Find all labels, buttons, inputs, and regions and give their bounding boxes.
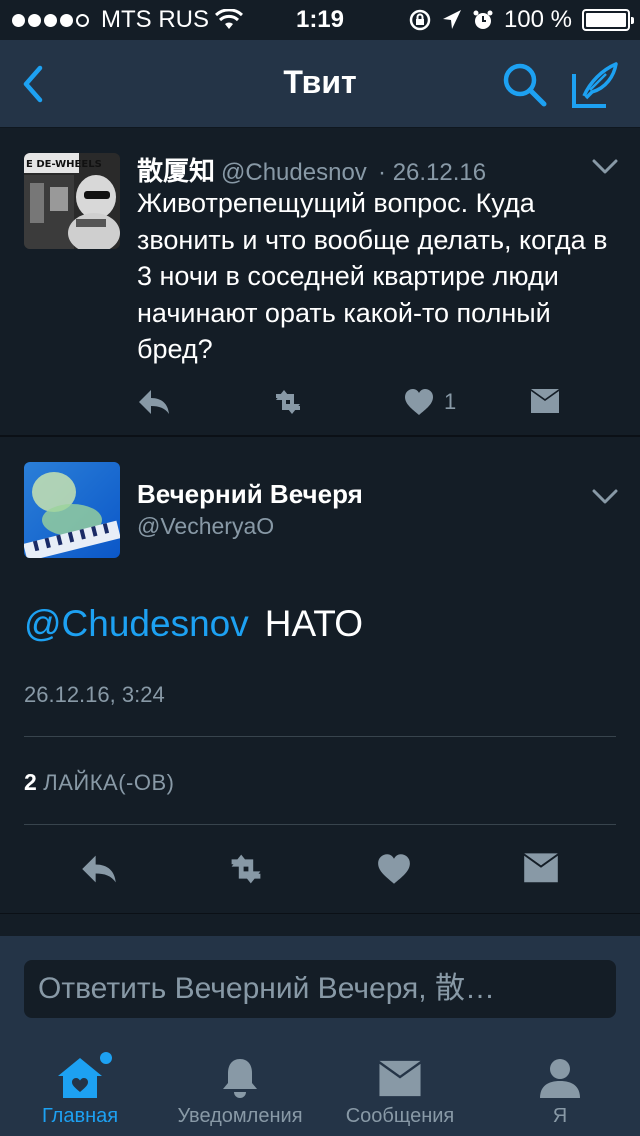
svg-text:E DE-WHEELS: E DE-WHEELS <box>26 159 102 170</box>
battery-percent: 100 % <box>503 6 572 33</box>
like-count: 1 <box>444 389 457 414</box>
envelope-icon <box>379 1060 421 1097</box>
home-icon <box>58 1058 102 1098</box>
reply-icon <box>139 390 169 414</box>
author-name[interactable]: Вечерний Вечеря <box>137 479 363 510</box>
bell-icon <box>223 1059 257 1098</box>
chevron-down-icon[interactable] <box>592 489 618 505</box>
reply-bar: Ответить Вечерний Вечеря, 散… <box>0 936 640 1048</box>
main-tweet: Вечерний Вечеря @VecheryaO @Chudesnov НАТ… <box>0 439 640 914</box>
tweet-text: @Chudesnov НАТО <box>24 603 363 645</box>
author-handle[interactable]: @VecheryaO <box>137 513 274 540</box>
chevron-down-icon[interactable] <box>592 159 618 175</box>
tab-label: Главная <box>41 1105 119 1127</box>
author-handle[interactable]: @Chudesnov <box>221 159 367 186</box>
status-bar: MTS RUS 1:19 100 % <box>0 0 640 40</box>
envelope-icon <box>531 389 559 413</box>
compose-button[interactable] <box>570 60 620 110</box>
divider <box>24 824 616 825</box>
tab-home[interactable]: Главная <box>0 1048 160 1136</box>
mention-link[interactable]: @Chudesnov <box>24 603 249 644</box>
avatar-photo: E DE-WHEELS <box>24 153 120 249</box>
avatar[interactable]: E DE-WHEELS <box>24 153 120 249</box>
status-right: 100 % <box>408 6 634 34</box>
rotation-lock-icon <box>409 9 431 31</box>
tab-label: Сообщения <box>345 1105 455 1127</box>
direct-message-button[interactable] <box>523 849 559 889</box>
reply-button[interactable] <box>137 385 171 419</box>
tab-label: Уведомления <box>177 1105 303 1127</box>
avatar[interactable] <box>24 462 120 558</box>
reply-button[interactable] <box>80 849 118 889</box>
author-name[interactable]: 散厦知 <box>137 156 215 186</box>
direct-message-button[interactable] <box>530 385 560 419</box>
likes-count: 2 <box>24 769 38 795</box>
heart-icon <box>378 854 410 884</box>
tweet-header: 散厦知 @Chudesnov · 26.12.16 <box>137 151 486 188</box>
tab-notifications[interactable]: Уведомления <box>160 1048 320 1136</box>
tab-label: Я <box>552 1105 568 1127</box>
tab-me[interactable]: Я <box>480 1048 640 1136</box>
heart-icon <box>405 389 433 415</box>
tweet-text: Животрепещущий вопрос. Куда звонить и чт… <box>137 188 608 364</box>
like-button[interactable] <box>377 849 411 889</box>
battery-icon <box>582 9 634 31</box>
alarm-icon <box>473 10 493 29</box>
divider <box>24 736 616 737</box>
tweet-actions <box>0 849 640 889</box>
retweet-icon <box>231 854 261 884</box>
search-button[interactable] <box>502 62 548 108</box>
location-arrow-icon <box>442 10 461 29</box>
like-button[interactable]: 1 <box>404 385 456 419</box>
tweet-actions: 1 <box>0 385 640 419</box>
envelope-icon <box>524 853 558 883</box>
tweet-date: · 26.12.16 <box>378 159 487 186</box>
person-icon <box>540 1059 580 1098</box>
tab-bar: Главная Уведомления Сообщения Я <box>0 1048 640 1136</box>
retweet-icon <box>276 390 300 414</box>
tweet-body: НАТО <box>264 603 363 644</box>
reply-icon <box>82 855 116 883</box>
retweet-button[interactable] <box>222 849 270 889</box>
notification-dot <box>100 1052 112 1064</box>
likes-label: ЛАЙКА(-ОВ) <box>43 770 175 795</box>
tweet-timestamp: 26.12.16, 3:24 <box>24 682 165 707</box>
avatar-photo <box>24 462 120 558</box>
tab-messages[interactable]: Сообщения <box>320 1048 480 1136</box>
reply-input[interactable]: Ответить Вечерний Вечеря, 散… <box>24 960 616 1018</box>
nav-bar: Твит <box>0 40 640 128</box>
parent-tweet[interactable]: E DE-WHEELS 散厦知 @Chudesnov · 26.12.16 Жив… <box>0 129 640 437</box>
retweet-button[interactable] <box>268 385 308 419</box>
likes-summary[interactable]: 2 ЛАЙКА(-ОВ) <box>24 769 174 796</box>
